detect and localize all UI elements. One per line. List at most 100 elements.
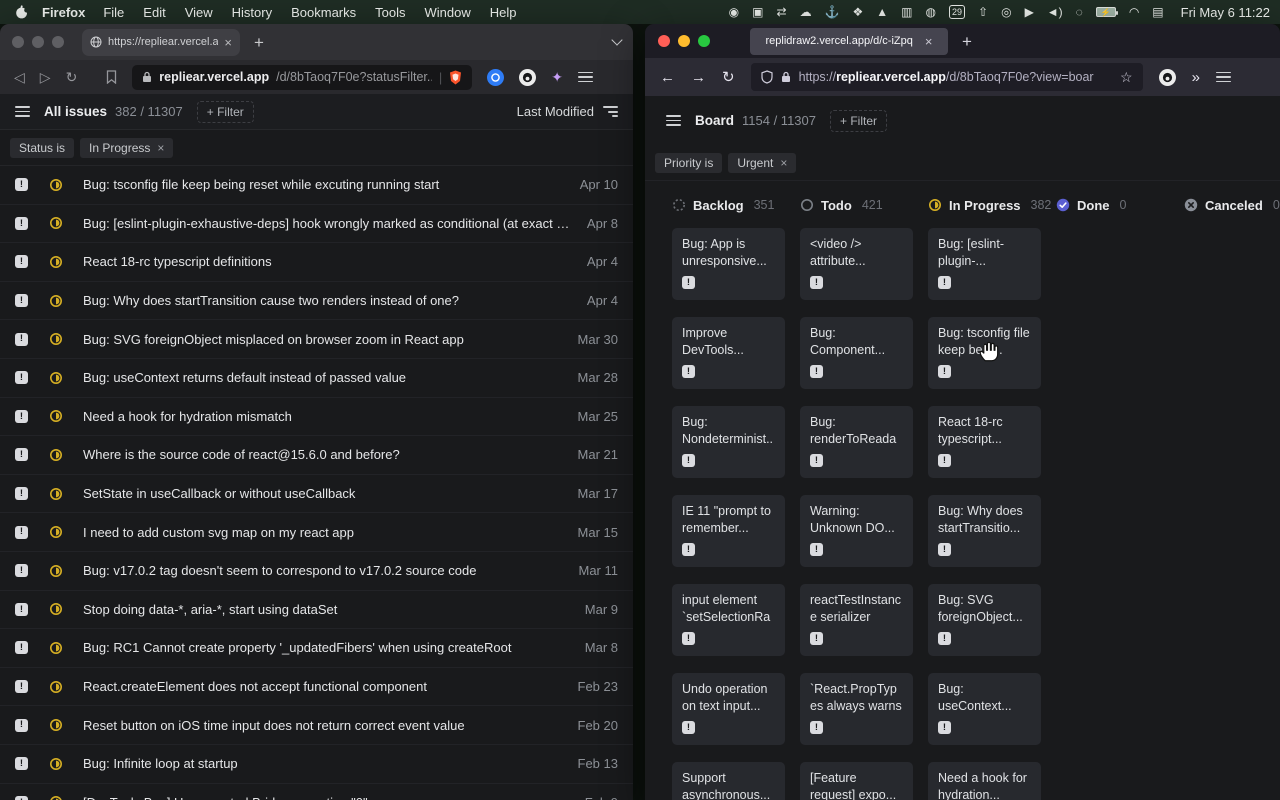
status-in-progress-icon[interactable] xyxy=(49,371,63,385)
issue-card[interactable]: Warning: Unknown DO... ! xyxy=(800,495,913,567)
issue-card[interactable]: Bug: Nondeterminist... ! xyxy=(672,406,785,478)
status-in-progress-icon[interactable] xyxy=(49,602,63,616)
github-extension-icon[interactable] xyxy=(1159,69,1176,86)
filter-chip-priority[interactable]: Priority is xyxy=(655,153,722,173)
calendar-icon[interactable]: 29 xyxy=(949,5,965,19)
toolbar-overflow-icon[interactable]: » xyxy=(1192,69,1200,86)
triangle-app-icon[interactable]: ▲ xyxy=(876,6,888,18)
issue-card[interactable]: Bug: renderToReadab ! xyxy=(800,406,913,478)
issue-card[interactable]: Bug: SVG foreignObject... ! xyxy=(928,584,1041,656)
filter-chip-status[interactable]: Status is xyxy=(10,138,74,158)
tracking-protection-shield-icon[interactable] xyxy=(761,70,773,84)
zoom-window-button[interactable] xyxy=(52,36,64,48)
filter-chip-in-progress[interactable]: In Progress × xyxy=(80,138,173,158)
browser-menu-icon[interactable] xyxy=(1216,72,1231,83)
priority-urgent-icon[interactable]: ! xyxy=(15,294,28,307)
priority-urgent-icon[interactable]: ! xyxy=(15,217,28,230)
assistant-icon[interactable]: ◌ xyxy=(1076,6,1083,18)
user-switch-icon[interactable]: ▤ xyxy=(1152,6,1163,18)
status-in-progress-icon[interactable] xyxy=(49,680,63,694)
priority-urgent-icon[interactable]: ! xyxy=(15,680,28,693)
tab-list-chevron-icon[interactable] xyxy=(611,34,622,45)
sidebar-menu-icon[interactable] xyxy=(15,106,30,117)
issue-card[interactable]: [Feature request] expo... ! xyxy=(800,762,913,800)
issue-row[interactable]: ! Reset button on iOS time input does no… xyxy=(0,706,633,745)
close-window-button[interactable] xyxy=(12,36,24,48)
issue-card[interactable]: Undo operation on text input... ! xyxy=(672,673,785,745)
status-in-progress-icon[interactable] xyxy=(49,332,63,346)
priority-urgent-icon[interactable]: ! xyxy=(15,641,28,654)
browser-menu-icon[interactable] xyxy=(578,72,593,83)
tab-close-icon[interactable]: × xyxy=(224,35,232,50)
issue-row[interactable]: ! Bug: tsconfig file keep being reset wh… xyxy=(0,166,633,205)
issue-row[interactable]: ! SetState in useCallback or without use… xyxy=(0,475,633,514)
sort-icon[interactable] xyxy=(603,106,618,117)
priority-urgent-icon[interactable]: ! xyxy=(15,564,28,577)
issue-card[interactable]: Need a hook for hydration... ! xyxy=(928,762,1041,800)
issue-row[interactable]: ! React 18-rc typescript definitions Apr… xyxy=(0,243,633,282)
left-url-bar[interactable]: repliear.vercel.app /d/8bTaoq7F0e?status… xyxy=(132,65,472,90)
menu-bar-clock[interactable]: Fri May 6 11:22 xyxy=(1181,5,1270,20)
priority-urgent-icon[interactable]: ! xyxy=(15,757,28,770)
issue-card[interactable]: <video /> attribute... ! xyxy=(800,228,913,300)
tab-close-icon[interactable]: × xyxy=(925,34,933,49)
priority-urgent-icon[interactable]: ! xyxy=(15,371,28,384)
back-button[interactable]: ◁ xyxy=(14,70,25,84)
forward-button[interactable]: → xyxy=(691,70,706,85)
issue-card[interactable]: React 18-rc typescript... ! xyxy=(928,406,1041,478)
new-tab-button[interactable]: + xyxy=(254,34,264,51)
issue-card[interactable]: IE 11 "prompt to remember... ! xyxy=(672,495,785,567)
issue-row[interactable]: ! Bug: Infinite loop at startup Feb 13 xyxy=(0,745,633,784)
wifi-icon[interactable]: ◠ xyxy=(1129,6,1139,18)
active-app-name[interactable]: Firefox xyxy=(42,5,85,20)
bookmark-star-icon[interactable]: ☆ xyxy=(1120,69,1133,86)
issue-card[interactable]: Bug: App is unresponsive... ! xyxy=(672,228,785,300)
right-traffic-lights[interactable] xyxy=(658,35,710,47)
brave-shield-icon[interactable] xyxy=(449,70,462,85)
filter-chip-urgent[interactable]: Urgent × xyxy=(728,153,796,173)
cloud-icon[interactable]: ☁ xyxy=(800,6,812,18)
issue-card[interactable]: Bug: useContext... ! xyxy=(928,673,1041,745)
issue-row[interactable]: ! Bug: SVG foreignObject misplaced on br… xyxy=(0,320,633,359)
status-in-progress-icon[interactable] xyxy=(49,718,63,732)
reload-button[interactable]: ↻ xyxy=(66,70,78,84)
issue-row[interactable]: ! React.createElement does not accept fu… xyxy=(0,668,633,707)
priority-urgent-icon[interactable]: ! xyxy=(15,410,28,423)
camera-icon[interactable]: ▣ xyxy=(752,6,763,18)
issue-card[interactable]: `React.PropTypes always warns ab ! xyxy=(800,673,913,745)
status-in-progress-icon[interactable] xyxy=(49,178,63,192)
add-filter-button[interactable]: + Filter xyxy=(197,101,254,123)
issue-card[interactable]: Support asynchronous... ! xyxy=(672,762,785,800)
priority-urgent-icon[interactable]: ! xyxy=(15,719,28,732)
minimize-window-button[interactable] xyxy=(32,36,44,48)
sync-arrows-icon[interactable]: ⇄ xyxy=(777,6,787,18)
menu-file[interactable]: File xyxy=(103,5,124,20)
menu-help[interactable]: Help xyxy=(490,5,517,20)
menu-bookmarks[interactable]: Bookmarks xyxy=(291,5,356,20)
priority-urgent-icon[interactable]: ! xyxy=(15,526,28,539)
bookmark-icon[interactable] xyxy=(106,70,117,84)
back-button[interactable]: ← xyxy=(660,70,675,85)
issue-row[interactable]: ! Bug: v17.0.2 tag doesn't seem to corre… xyxy=(0,552,633,591)
share-up-icon[interactable]: ⇧ xyxy=(978,6,988,18)
status-in-progress-icon[interactable] xyxy=(49,795,63,800)
priority-urgent-icon[interactable]: ! xyxy=(15,796,28,800)
issue-row[interactable]: ! Bug: Why does startTransition cause tw… xyxy=(0,282,633,321)
issue-row[interactable]: ! Stop doing data-*, aria-*, start using… xyxy=(0,591,633,630)
extensions-icon[interactable]: ✦ xyxy=(551,69,563,86)
volume-icon[interactable]: ◄) xyxy=(1047,6,1063,18)
forward-button[interactable]: ▷ xyxy=(40,70,51,84)
new-tab-button[interactable]: + xyxy=(962,33,972,50)
remove-filter-icon[interactable]: × xyxy=(157,141,164,155)
dropbox-icon[interactable]: ❖ xyxy=(853,6,864,18)
window-tiles-icon[interactable]: ▥ xyxy=(901,6,912,18)
issue-row[interactable]: ! Where is the source code of react@15.6… xyxy=(0,436,633,475)
priority-urgent-icon[interactable]: ! xyxy=(15,178,28,191)
minimize-window-button[interactable] xyxy=(678,35,690,47)
issue-card[interactable]: reactTestInstance serializer ! xyxy=(800,584,913,656)
status-in-progress-icon[interactable] xyxy=(49,216,63,230)
right-url-bar[interactable]: https://repliear.vercel.app/d/8bTaoq7F0e… xyxy=(751,63,1143,91)
github-extension-icon[interactable] xyxy=(519,69,536,86)
menu-history[interactable]: History xyxy=(232,5,272,20)
add-filter-button[interactable]: + Filter xyxy=(830,110,887,132)
